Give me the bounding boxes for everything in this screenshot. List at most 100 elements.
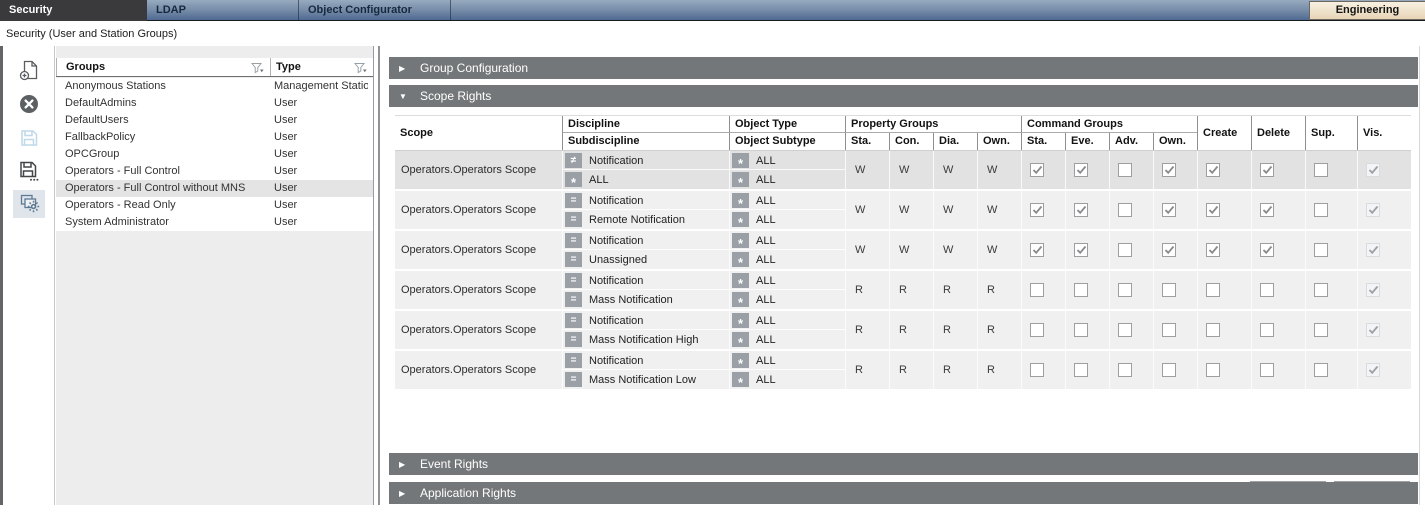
command-group-checkbox[interactable]	[1118, 323, 1132, 337]
discipline-cell: =Notification	[562, 231, 729, 250]
scope-rights-row[interactable]: Operators.Operators Scope≠Notification*A…	[395, 151, 1411, 191]
sup-checkbox[interactable]	[1314, 363, 1328, 377]
create-checkbox[interactable]	[1206, 323, 1220, 337]
group-row[interactable]: Operators - Full ControlUser	[56, 163, 373, 180]
delete-checkbox[interactable]	[1260, 243, 1274, 257]
discipline-operator-badge[interactable]: =	[565, 353, 582, 368]
command-group-checkbox[interactable]	[1162, 203, 1176, 217]
command-group-checkbox[interactable]	[1118, 163, 1132, 177]
object-subtype-operator-badge[interactable]: *	[732, 292, 749, 307]
section-application-rights[interactable]: ▶Application Rights	[389, 482, 1418, 504]
column-header-type[interactable]: Type	[270, 58, 373, 76]
subdiscipline-operator-badge[interactable]: =	[565, 212, 582, 227]
group-row[interactable]: OPCGroupUser	[56, 146, 373, 163]
object-type-operator-badge[interactable]: *	[732, 273, 749, 288]
tab-security[interactable]: Security	[0, 0, 147, 21]
section-group-configuration[interactable]: ▶Group Configuration	[389, 57, 1418, 79]
command-group-checkbox[interactable]	[1074, 363, 1088, 377]
command-group-checkbox[interactable]	[1074, 163, 1088, 177]
subdiscipline-operator-badge[interactable]: =	[565, 372, 582, 387]
manage-configuration-button[interactable]	[13, 190, 45, 218]
scope-rights-row[interactable]: Operators.Operators Scope=Notification=M…	[395, 271, 1411, 311]
command-group-checkbox[interactable]	[1118, 283, 1132, 297]
command-group-checkbox[interactable]	[1162, 163, 1176, 177]
create-checkbox[interactable]	[1206, 283, 1220, 297]
scope-rights-row[interactable]: Operators.Operators Scope=Notification=U…	[395, 231, 1411, 271]
scope-rights-row[interactable]: Operators.Operators Scope=Notification=M…	[395, 311, 1411, 351]
command-group-checkbox[interactable]	[1162, 243, 1176, 257]
object-type-operator-badge[interactable]: *	[732, 193, 749, 208]
discipline-operator-badge[interactable]: =	[565, 313, 582, 328]
delete-checkbox[interactable]	[1260, 163, 1274, 177]
delete-checkbox[interactable]	[1260, 283, 1274, 297]
discipline-operator-badge[interactable]: =	[565, 273, 582, 288]
tab-ldap[interactable]: LDAP	[147, 0, 298, 21]
object-type-operator-badge[interactable]: *	[732, 313, 749, 328]
delete-checkbox[interactable]	[1260, 363, 1274, 377]
command-group-checkbox[interactable]	[1162, 363, 1176, 377]
save-button	[13, 126, 45, 154]
scope-rights-row[interactable]: Operators.Operators Scope=Notification=R…	[395, 191, 1411, 231]
subdiscipline-operator-badge[interactable]: =	[565, 292, 582, 307]
delete-checkbox[interactable]	[1260, 323, 1274, 337]
create-checkbox[interactable]	[1206, 363, 1220, 377]
save-as-button[interactable]	[13, 159, 45, 187]
command-group-checkbox[interactable]	[1074, 283, 1088, 297]
command-group-checkbox[interactable]	[1074, 323, 1088, 337]
discipline-operator-badge[interactable]: =	[565, 233, 582, 248]
discipline-operator-badge[interactable]: ≠	[565, 153, 582, 168]
command-group-checkbox[interactable]	[1162, 283, 1176, 297]
sup-checkbox[interactable]	[1314, 283, 1328, 297]
panel-splitter[interactable]	[375, 46, 387, 505]
command-group-checkbox[interactable]	[1118, 203, 1132, 217]
group-row[interactable]: Operators - Read OnlyUser	[56, 197, 373, 214]
command-group-checkbox[interactable]	[1118, 363, 1132, 377]
object-type-operator-badge[interactable]: *	[732, 153, 749, 168]
operator-symbol: *	[738, 176, 743, 189]
sup-checkbox[interactable]	[1314, 203, 1328, 217]
command-group-checkbox[interactable]	[1030, 323, 1044, 337]
subdiscipline-operator-badge[interactable]: *	[565, 172, 582, 187]
group-row[interactable]: Anonymous StationsManagement Station	[56, 78, 373, 95]
object-type-operator-badge[interactable]: *	[732, 233, 749, 248]
sup-checkbox[interactable]	[1314, 323, 1328, 337]
subdiscipline-operator-badge[interactable]: =	[565, 252, 582, 267]
command-group-checkbox[interactable]	[1162, 323, 1176, 337]
tab-engineering[interactable]: Engineering	[1309, 1, 1425, 20]
group-row[interactable]: System AdministratorUser	[56, 214, 373, 231]
object-subtype-operator-badge[interactable]: *	[732, 212, 749, 227]
object-subtype-operator-badge[interactable]: *	[732, 372, 749, 387]
subdiscipline-operator-badge[interactable]: =	[565, 332, 582, 347]
sup-checkbox[interactable]	[1314, 163, 1328, 177]
create-checkbox[interactable]	[1206, 163, 1220, 177]
command-group-checkbox[interactable]	[1030, 283, 1044, 297]
group-row[interactable]: FallbackPolicyUser	[56, 129, 373, 146]
scope-rights-row[interactable]: Operators.Operators Scope=Notification=M…	[395, 351, 1411, 391]
object-subtype-operator-badge[interactable]: *	[732, 252, 749, 267]
object-subtype-operator-badge[interactable]: *	[732, 172, 749, 187]
command-group-checkbox[interactable]	[1030, 243, 1044, 257]
command-group-checkbox[interactable]	[1030, 163, 1044, 177]
create-checkbox[interactable]	[1206, 203, 1220, 217]
object-subtype-operator-badge[interactable]: *	[732, 332, 749, 347]
group-row[interactable]: Operators - Full Control without MNSUser	[56, 180, 373, 197]
sup-checkbox[interactable]	[1314, 243, 1328, 257]
create-checkbox[interactable]	[1206, 243, 1220, 257]
command-group-checkbox[interactable]	[1074, 203, 1088, 217]
discipline-operator-badge[interactable]: =	[565, 193, 582, 208]
command-group-checkbox[interactable]	[1118, 243, 1132, 257]
group-row[interactable]: DefaultAdminsUser	[56, 95, 373, 112]
new-document-button[interactable]	[13, 58, 45, 86]
tab-object-configurator[interactable]: Object Configurator	[298, 0, 450, 21]
column-header-groups[interactable]: Groups	[56, 58, 270, 76]
command-group-checkbox[interactable]	[1030, 363, 1044, 377]
delete-checkbox[interactable]	[1260, 203, 1274, 217]
column-header-scope: Scope	[395, 116, 562, 150]
discard-button[interactable]	[13, 92, 45, 120]
section-event-rights[interactable]: ▶Event Rights	[389, 453, 1418, 475]
group-row[interactable]: DefaultUsersUser	[56, 112, 373, 129]
command-group-checkbox[interactable]	[1030, 203, 1044, 217]
object-type-operator-badge[interactable]: *	[732, 353, 749, 368]
command-group-checkbox[interactable]	[1074, 243, 1088, 257]
section-scope-rights[interactable]: ▼Scope Rights	[389, 85, 1418, 107]
